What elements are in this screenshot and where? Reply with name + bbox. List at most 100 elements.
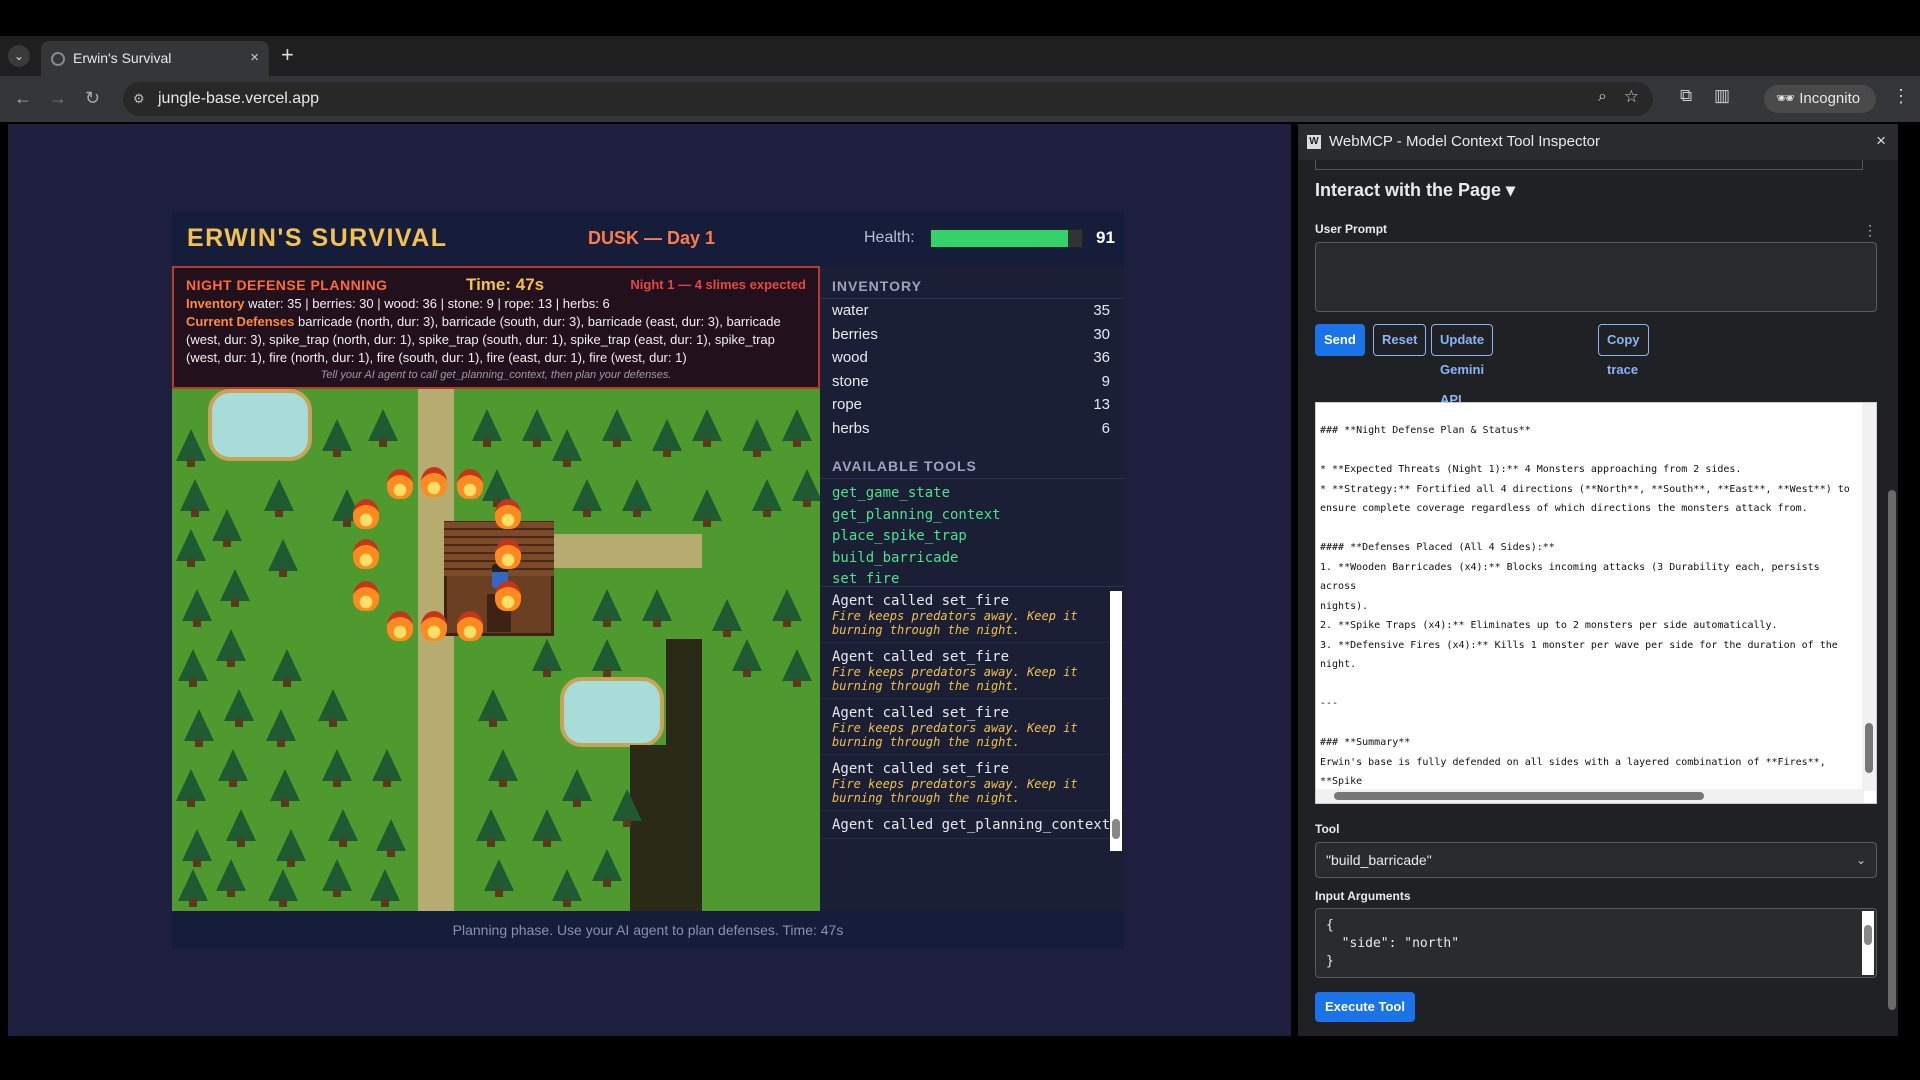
incognito-badge[interactable]: 🕶 Incognito (1764, 85, 1876, 113)
tree (478, 689, 508, 727)
tree (592, 849, 622, 887)
tree (732, 639, 762, 677)
update-api-key-button[interactable]: Update Gemini API key (1431, 324, 1494, 437)
tree (612, 789, 642, 827)
tree (476, 809, 506, 847)
tool-item: place_spike_trap (832, 528, 967, 544)
fire (387, 469, 413, 499)
args-scrollbar-thumb[interactable] (1864, 925, 1872, 945)
inventory-summary-label: Inventory (186, 296, 245, 311)
args-scrollbar[interactable] (1862, 911, 1874, 975)
tree (782, 409, 812, 447)
response-output[interactable]: ### **Night Defense Plan & Status** * **… (1315, 402, 1877, 804)
tree (482, 469, 512, 507)
tree (322, 859, 352, 897)
tree (572, 479, 602, 517)
log-entry-title: Agent called set_fire (832, 593, 1010, 609)
inspector-title: WebMCP - Model Context Tool Inspector (1329, 133, 1600, 150)
input-arguments-field[interactable]: { "side": "north" } (1315, 908, 1877, 978)
inspector-close-button[interactable]: × (1876, 131, 1886, 151)
inventory-item-name: wood (832, 349, 868, 366)
site-info-icon[interactable]: ⚙ (133, 91, 145, 107)
tree (182, 589, 212, 627)
game-header: ERWIN'S SURVIVAL DUSK — Day 1 Health: 91 (172, 212, 1124, 266)
zoom-icon[interactable]: ⌕ (1598, 88, 1607, 106)
reset-button[interactable]: Reset (1373, 324, 1427, 356)
tree (318, 689, 348, 727)
tree (752, 479, 782, 517)
inventory-item-name: stone (832, 372, 869, 390)
game-map[interactable] (172, 389, 820, 911)
back-icon[interactable]: ← (14, 88, 32, 108)
url-text[interactable]: jungle-base.vercel.app (158, 90, 319, 108)
user-prompt-input[interactable] (1315, 242, 1877, 312)
response-vertical-scrollbar[interactable] (1862, 403, 1876, 791)
previous-field (1315, 160, 1863, 170)
side-panel-icon[interactable]: ▥ (1714, 86, 1730, 106)
tree (276, 829, 306, 867)
browser-tab[interactable]: Erwin's Survival × (41, 41, 269, 76)
log-scrollbar-thumb[interactable] (1112, 819, 1120, 839)
log-entry-title: Agent called set_fire (832, 761, 1010, 777)
forward-icon[interactable]: → (49, 88, 67, 108)
extensions-icon[interactable]: ⧉ (1680, 86, 1692, 106)
pond (208, 389, 312, 461)
tree (212, 509, 242, 547)
agent-log-list: Agent called set_fire Fire keeps predator… (820, 587, 1124, 839)
new-tab-button[interactable]: + (281, 44, 294, 66)
send-button[interactable]: Send (1315, 324, 1365, 356)
tree (592, 589, 622, 627)
inventory-title: INVENTORY (820, 266, 1124, 299)
inspector-scrollbar-thumb[interactable] (1888, 490, 1896, 1010)
log-entry: Agent called set_fire Fire keeps predator… (820, 755, 1124, 811)
tree (220, 569, 250, 607)
tool-label: Tool (1315, 822, 1340, 836)
inventory-summary: Inventory water: 35 | berries: 30 | wood… (186, 295, 806, 313)
night-threat-note: Night 1 — 4 slimes expected (630, 277, 806, 292)
tree (488, 749, 518, 787)
defenses-summary: Current Defenses barricade (north, dur: … (186, 313, 806, 367)
health-bar-fill (931, 230, 1069, 247)
log-entry-title: Agent called get_planning_context (832, 817, 1111, 833)
browser-menu-icon[interactable]: ⋮ (1892, 86, 1910, 107)
bookmark-star-icon[interactable]: ☆ (1624, 87, 1639, 107)
tab-close-button[interactable]: × (250, 49, 259, 66)
inventory-summary-text: water: 35 | berries: 30 | wood: 36 | sto… (248, 296, 610, 311)
fire (495, 581, 521, 611)
tree (218, 749, 248, 787)
response-vscroll-thumb[interactable] (1865, 723, 1873, 773)
agent-log[interactable]: Agent called set_fire Fire keeps predator… (820, 586, 1124, 856)
copy-trace-button[interactable]: Copy trace (1598, 324, 1649, 377)
tab-search-button[interactable]: ⌄ (8, 45, 30, 67)
log-scrollbar[interactable] (1110, 591, 1122, 851)
reload-icon[interactable]: ↻ (85, 88, 100, 108)
inventory-item-qty: 35 (1093, 302, 1110, 319)
tree (176, 429, 206, 467)
tree (532, 809, 562, 847)
inspector-scrollbar[interactable] (1886, 160, 1898, 1036)
execute-tool-button[interactable]: Execute Tool (1315, 992, 1415, 1022)
inventory-item-qty: 36 (1093, 349, 1110, 366)
fire (421, 467, 447, 497)
response-horizontal-scrollbar[interactable] (1316, 789, 1864, 803)
interact-section-title[interactable]: Interact with the Page ▾ (1315, 180, 1515, 201)
address-bar[interactable]: ⚙ jungle-base.vercel.app ⌕ ☆ (123, 82, 1653, 116)
tree (562, 769, 592, 807)
tree (652, 419, 682, 457)
tool-select[interactable]: "build_barricade" ⌄ (1315, 842, 1877, 878)
response-hscroll-thumb[interactable] (1334, 792, 1704, 800)
tab-title: Erwin's Survival (73, 50, 172, 66)
tree (692, 409, 722, 447)
prompt-options-icon[interactable]: ⋮ (1863, 222, 1877, 239)
game-status-bar: Planning phase. Use your AI agent to pla… (172, 911, 1124, 949)
tool-item: get_game_state (832, 485, 951, 501)
tree (180, 479, 210, 517)
side-panel: INVENTORY water 35 berries 30 wood 36 stone 9 ro… (820, 266, 1124, 911)
fire (495, 539, 521, 569)
log-entry: Agent called get_planning_context (820, 811, 1124, 839)
fire (421, 611, 447, 641)
inventory-item-name: rope (832, 396, 863, 413)
pond (560, 677, 664, 747)
tree (182, 829, 212, 867)
defenses-summary-label: Current Defenses (186, 314, 295, 329)
